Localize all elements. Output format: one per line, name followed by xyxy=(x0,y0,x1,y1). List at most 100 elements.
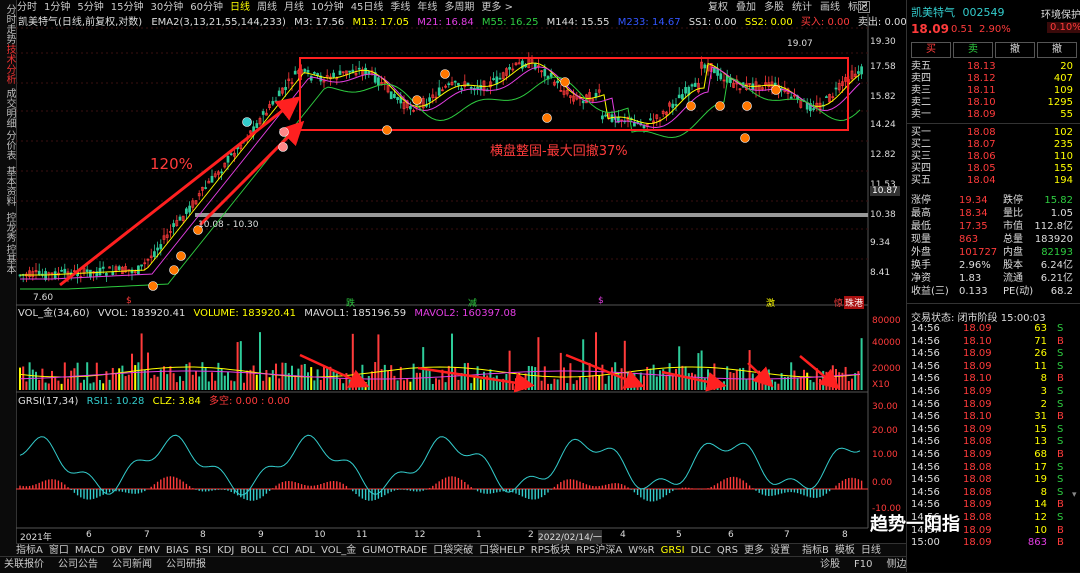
left-tab[interactable]: 控龙秀 xyxy=(1,212,15,242)
period-tab[interactable]: 季线 xyxy=(390,0,410,15)
tick-volume: 68 xyxy=(1034,449,1047,460)
chart-tool-button[interactable]: 叠加 xyxy=(736,0,756,15)
volume-bar xyxy=(387,370,389,390)
tick-row: 14:56 18.09 2 S xyxy=(911,399,1079,411)
book-volume: 407 xyxy=(1053,73,1073,84)
tick-time: 14:56 xyxy=(911,436,940,448)
close-icon[interactable]: ✕ xyxy=(858,1,870,13)
trade-button[interactable]: 撤 xyxy=(1037,42,1077,58)
volume-bar xyxy=(374,362,377,390)
candle-body xyxy=(834,87,838,90)
volume-bar xyxy=(639,372,642,390)
stat-value: 15.82 xyxy=(1044,195,1073,206)
trade-button[interactable]: 买 xyxy=(911,42,951,58)
period-tab[interactable]: 60分钟 xyxy=(190,0,223,15)
signal-marker xyxy=(278,142,288,152)
candle-body xyxy=(332,72,335,78)
status-link[interactable]: 公司研报 xyxy=(166,557,206,573)
left-tab[interactable]: 控基本 xyxy=(1,244,15,274)
book-price: 18.13 xyxy=(967,61,996,72)
candle-body xyxy=(60,269,63,272)
period-tab[interactable]: 30分钟 xyxy=(150,0,183,15)
left-tab[interactable]: 基本资料 xyxy=(1,166,15,206)
candle-body xyxy=(159,244,163,250)
period-tab[interactable]: 多周期 xyxy=(444,0,474,15)
time-tick: 8 xyxy=(842,530,848,540)
volume-bar xyxy=(419,372,421,390)
candle-body xyxy=(85,269,89,272)
period-tab[interactable]: 年线 xyxy=(417,0,437,15)
chart-tool-button[interactable]: 统计 xyxy=(792,0,812,15)
stats-row: 收益(三) 0.133 PE(动) 68.2 xyxy=(911,286,1079,298)
candle-body xyxy=(229,153,233,156)
book-volume: 110 xyxy=(1053,151,1073,162)
volume-bar xyxy=(643,375,645,390)
status-link[interactable]: 公司新闻 xyxy=(112,557,152,573)
time-tick: 8 xyxy=(200,530,206,540)
volume-bar xyxy=(265,370,268,390)
period-tab[interactable]: 5分钟 xyxy=(77,0,103,15)
period-tab[interactable]: 更多 > xyxy=(481,0,513,15)
tick-price: 18.09 xyxy=(963,348,992,360)
book-volume: 102 xyxy=(1053,127,1073,138)
period-tab[interactable]: 日线 xyxy=(230,0,250,15)
status-link[interactable]: 关联报价 xyxy=(4,557,44,573)
book-price: 18.09 xyxy=(967,109,996,120)
left-tab[interactable]: 成交明细 xyxy=(1,88,15,128)
period-tab[interactable]: 15分钟 xyxy=(111,0,144,15)
volume-bar xyxy=(732,372,735,390)
tick-row: 14:56 18.08 13 S xyxy=(911,436,1079,448)
candle-body xyxy=(693,82,697,87)
signal-marker xyxy=(742,101,752,111)
volume-bar xyxy=(591,375,594,390)
trade-button[interactable]: 撤 xyxy=(995,42,1035,58)
tick-volume: 10 xyxy=(1034,524,1047,536)
status-link[interactable]: 公司公告 xyxy=(58,557,98,573)
period-tab[interactable]: 分时 xyxy=(17,0,37,15)
chart-tool-button[interactable]: 画线 xyxy=(820,0,840,15)
trade-status: 交易状态: 闭市阶段 15:00:03 xyxy=(911,313,1046,324)
volume-bar xyxy=(566,383,569,390)
period-tab[interactable]: 45日线 xyxy=(351,0,384,15)
tick-volume: 19 xyxy=(1034,474,1047,486)
volume-bar xyxy=(227,371,229,390)
trade-button[interactable]: 卖 xyxy=(953,42,993,58)
chart-tool-button[interactable]: 复权 xyxy=(708,0,728,15)
volume-bar xyxy=(339,378,341,390)
candle-body xyxy=(284,86,287,91)
period-tab[interactable]: 1分钟 xyxy=(44,0,70,15)
volume-bar xyxy=(230,380,233,390)
high-label: 19.07 xyxy=(787,39,813,49)
candle-body xyxy=(105,272,108,276)
left-tab[interactable]: 分时走势 xyxy=(1,4,15,44)
chart-tool-button[interactable]: 多股 xyxy=(764,0,784,15)
volume-bar xyxy=(207,381,210,390)
scroll-icon[interactable]: ▾ xyxy=(1072,490,1077,500)
period-tab[interactable]: 10分钟 xyxy=(311,0,344,15)
volume-bar xyxy=(812,382,815,390)
left-tab[interactable]: 分价表 xyxy=(1,130,15,160)
period-tab[interactable]: 周线 xyxy=(257,0,277,15)
status-button[interactable]: F10 xyxy=(854,557,872,573)
sector-label: 环境保护 xyxy=(1041,10,1080,21)
left-tab[interactable]: 技术分析 xyxy=(1,44,15,84)
tick-price: 18.09 xyxy=(963,360,992,372)
time-tick: 12 xyxy=(414,530,426,540)
volume-bar xyxy=(415,372,418,390)
candle-body xyxy=(255,123,259,128)
stat-value: 6.24亿 xyxy=(1040,260,1073,271)
tick-time: 14:56 xyxy=(911,323,940,334)
book-volume: 55 xyxy=(1060,109,1073,120)
candle-body xyxy=(389,91,393,100)
candle-body xyxy=(44,271,47,280)
volume-bar xyxy=(108,379,111,390)
chart-area[interactable] xyxy=(16,14,906,542)
period-tab[interactable]: 月线 xyxy=(284,0,304,15)
status-button[interactable]: 诊股 xyxy=(820,557,840,573)
candle-body xyxy=(220,171,223,174)
candle-body xyxy=(543,69,547,77)
signal-marker xyxy=(242,117,252,127)
tick-time: 14:56 xyxy=(911,411,940,423)
signal-marker xyxy=(686,101,696,111)
tick-time: 14:56 xyxy=(911,386,940,397)
